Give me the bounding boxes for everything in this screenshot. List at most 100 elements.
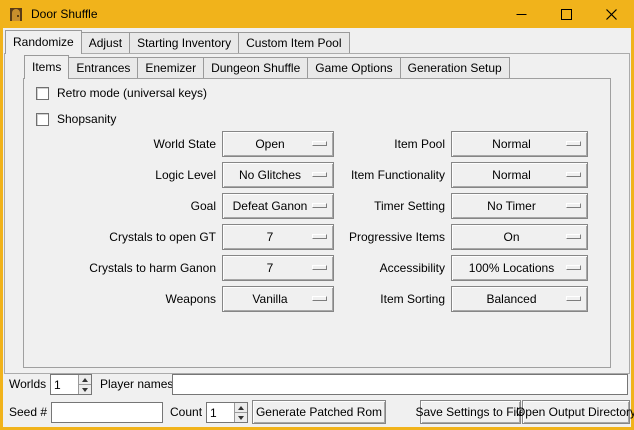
main-tab-bar: Randomize Adjust Starting Inventory Cust… — [5, 31, 350, 54]
tab-randomize[interactable]: Randomize — [5, 30, 82, 54]
count-label: Count — [170, 400, 202, 424]
dropdown-indicator-icon — [566, 141, 581, 146]
goal-value: Defeat Ganon — [233, 199, 308, 213]
world-state-label: World State — [23, 131, 216, 157]
dropdown-indicator-icon — [312, 141, 327, 146]
crystals-open-gt-value: 7 — [267, 230, 274, 244]
shopsanity-checkbox[interactable]: Shopsanity — [36, 111, 116, 127]
progressive-items-dropdown[interactable]: On — [451, 224, 588, 250]
save-settings-button[interactable]: Save Settings to File — [420, 400, 521, 424]
tab-enemizer[interactable]: Enemizer — [137, 57, 204, 78]
seed-input[interactable] — [51, 402, 163, 423]
dropdown-indicator-icon — [312, 296, 327, 301]
dropdown-indicator-icon — [312, 234, 327, 239]
triangle-up-icon — [82, 378, 88, 382]
progressive-items-label: Progressive Items — [340, 224, 445, 250]
dropdown-indicator-icon — [312, 265, 327, 270]
close-icon — [606, 9, 617, 20]
player-names-input[interactable] — [172, 374, 628, 395]
shopsanity-label: Shopsanity — [57, 112, 116, 126]
retro-mode-label: Retro mode (universal keys) — [57, 86, 207, 100]
tab-game-options[interactable]: Game Options — [307, 57, 400, 78]
item-sorting-dropdown[interactable]: Balanced — [451, 286, 588, 312]
weapons-dropdown[interactable]: Vanilla — [222, 286, 334, 312]
seed-label: Seed # — [9, 400, 47, 424]
triangle-down-icon — [82, 388, 88, 392]
dropdown-indicator-icon — [312, 203, 327, 208]
maximize-icon — [561, 9, 572, 20]
tab-custom-item-pool[interactable]: Custom Item Pool — [238, 32, 349, 53]
goal-dropdown[interactable]: Defeat Ganon — [222, 193, 334, 219]
dropdown-indicator-icon — [566, 172, 581, 177]
minimize-icon — [516, 9, 527, 20]
tab-generation-setup[interactable]: Generation Setup — [400, 57, 510, 78]
item-functionality-value: Normal — [492, 168, 531, 182]
title-bar[interactable]: Door Shuffle — [0, 0, 634, 28]
dropdown-indicator-icon — [566, 203, 581, 208]
generate-patched-rom-button[interactable]: Generate Patched Rom — [252, 400, 386, 424]
item-sorting-value: Balanced — [486, 292, 536, 306]
crystals-open-gt-label: Crystals to open GT — [23, 224, 216, 250]
settings-grid: World State Open Item Pool Normal Logic … — [23, 131, 588, 312]
dropdown-indicator-icon — [566, 265, 581, 270]
triangle-up-icon — [238, 406, 244, 410]
count-spinbox — [206, 402, 248, 423]
item-pool-label: Item Pool — [340, 131, 445, 157]
logic-level-label: Logic Level — [23, 162, 216, 188]
count-spin-down-button[interactable] — [235, 412, 247, 422]
worlds-spin-up-button[interactable] — [79, 375, 91, 384]
logic-level-value: No Glitches — [239, 168, 301, 182]
checkbox-square-icon — [36, 87, 49, 100]
player-names-label: Player names — [100, 373, 173, 396]
app-icon — [8, 6, 24, 22]
world-state-dropdown[interactable]: Open — [222, 131, 334, 157]
dropdown-indicator-icon — [312, 172, 327, 177]
timer-setting-label: Timer Setting — [340, 193, 445, 219]
crystals-harm-ganon-dropdown[interactable]: 7 — [222, 255, 334, 281]
dropdown-indicator-icon — [566, 296, 581, 301]
worlds-spinbox — [50, 374, 92, 395]
tab-dungeon-shuffle[interactable]: Dungeon Shuffle — [203, 57, 308, 78]
timer-setting-value: No Timer — [487, 199, 536, 213]
item-functionality-label: Item Functionality — [340, 162, 445, 188]
checkbox-square-icon — [36, 113, 49, 126]
count-spin-up-button[interactable] — [235, 403, 247, 412]
accessibility-value: 100% Locations — [469, 261, 554, 275]
worlds-label: Worlds — [9, 373, 46, 396]
accessibility-label: Accessibility — [340, 255, 445, 281]
item-sorting-label: Item Sorting — [340, 286, 445, 312]
worlds-input[interactable] — [51, 375, 78, 394]
count-input[interactable] — [207, 403, 234, 422]
weapons-value: Vanilla — [252, 292, 287, 306]
tab-starting-inventory[interactable]: Starting Inventory — [129, 32, 239, 53]
open-output-directory-button[interactable]: Open Output Directory — [522, 400, 630, 424]
crystals-harm-ganon-label: Crystals to harm Ganon — [23, 255, 216, 281]
logic-level-dropdown[interactable]: No Glitches — [222, 162, 334, 188]
item-pool-dropdown[interactable]: Normal — [451, 131, 588, 157]
world-state-value: Open — [255, 137, 284, 151]
retro-mode-checkbox[interactable]: Retro mode (universal keys) — [36, 85, 207, 101]
tab-adjust[interactable]: Adjust — [81, 32, 130, 53]
timer-setting-dropdown[interactable]: No Timer — [451, 193, 588, 219]
tab-items[interactable]: Items — [24, 55, 69, 79]
weapons-label: Weapons — [23, 286, 216, 312]
crystals-harm-ganon-value: 7 — [267, 261, 274, 275]
app-window: Door Shuffle Randomize Adjust Starting I… — [0, 0, 634, 430]
tab-entrances[interactable]: Entrances — [68, 57, 138, 78]
item-functionality-dropdown[interactable]: Normal — [451, 162, 588, 188]
window-body: Randomize Adjust Starting Inventory Cust… — [3, 28, 631, 427]
goal-label: Goal — [23, 193, 216, 219]
crystals-open-gt-dropdown[interactable]: 7 — [222, 224, 334, 250]
window-title: Door Shuffle — [31, 7, 98, 21]
item-pool-value: Normal — [492, 137, 531, 151]
close-button[interactable] — [589, 0, 634, 28]
maximize-button[interactable] — [544, 0, 589, 28]
triangle-down-icon — [238, 416, 244, 420]
minimize-button[interactable] — [499, 0, 544, 28]
sub-tab-bar: Items Entrances Enemizer Dungeon Shuffle… — [24, 56, 510, 79]
progressive-items-value: On — [503, 230, 519, 244]
accessibility-dropdown[interactable]: 100% Locations — [451, 255, 588, 281]
count-spin-arrows — [234, 403, 247, 422]
caption-buttons — [499, 0, 634, 28]
worlds-spin-down-button[interactable] — [79, 384, 91, 394]
